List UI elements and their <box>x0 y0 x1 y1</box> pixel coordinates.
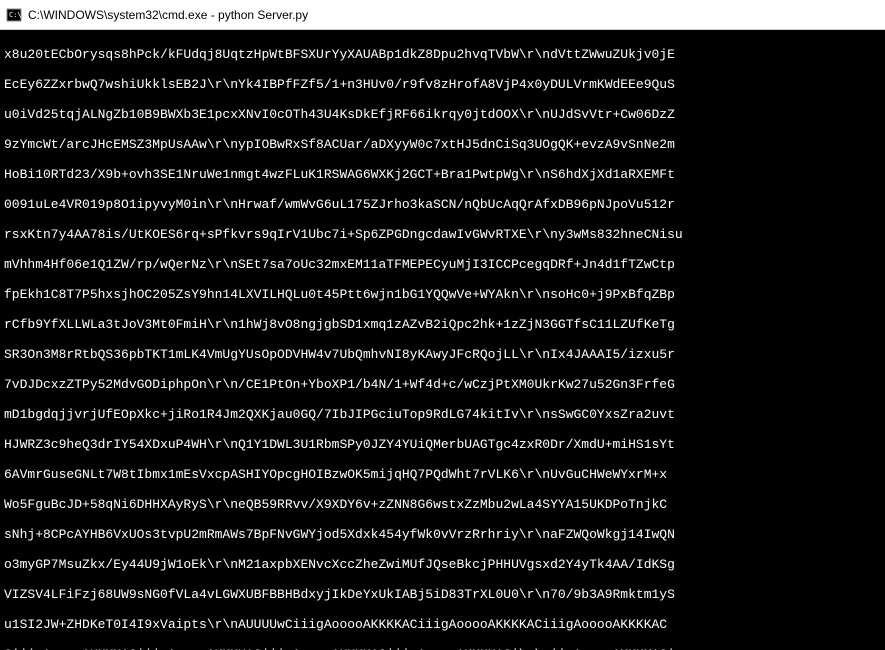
terminal-line: fpEkh1C8T7P5hxsjhOC205ZsY9hn14LXVILHQLu0… <box>4 287 881 302</box>
terminal-line: HJWRZ3c9heQ3drIY54XDxuP4WH\r\nQ1Y1DWL3U1… <box>4 437 881 452</box>
terminal-line: Wo5FguBcJD+58qNi6DHHXAyRyS\r\neQB59RRvv/… <box>4 497 881 512</box>
terminal-line: x8u20tECbOrysqs8hPck/kFUdqj8UqtzHpWtBFSX… <box>4 47 881 62</box>
svg-text:C:\: C:\ <box>9 11 22 19</box>
cmd-icon: C:\ <box>6 7 22 23</box>
terminal-line: mD1bgdqjjvrjUfEOpXkc+jiRo1R4Jm2QXKjau0GQ… <box>4 407 881 422</box>
window-title-bar: C:\ C:\WINDOWS\system32\cmd.exe - python… <box>0 0 885 30</box>
terminal-line: 6AVmrGuseGNLt7W8tIbmx1mEsVxcpASHIYOpcgHO… <box>4 467 881 482</box>
terminal-line: sNhj+8CPcAYHB6VxUOs3tvpU2mRmAWs7BpFNvGWY… <box>4 527 881 542</box>
terminal-line: mVhhm4Hf06e1Q1ZW/rp/wQerNz\r\nSEt7sa7oUc… <box>4 257 881 272</box>
terminal-line: SR3On3M8rRtbQS36pbTKT1mLK4VmUgYUsOpODVHW… <box>4 347 881 362</box>
window-title: C:\WINDOWS\system32\cmd.exe - python Ser… <box>28 8 308 22</box>
terminal-line: EcEy6ZZxrbwQ7wshiUkklsEB2J\r\nYk4IBPfFZf… <box>4 77 881 92</box>
terminal-line: rsxKtn7y4AA78is/UtKOES6rq+sPfkvrs9qIrV1U… <box>4 227 881 242</box>
terminal-output[interactable]: x8u20tECbOrysqs8hPck/kFUdqj8UqtzHpWtBFSX… <box>0 30 885 650</box>
terminal-line: u1SI2JW+ZHDKeT0I4I9xVaipts\r\nAUUUUwCiii… <box>4 617 881 632</box>
terminal-line: VIZSV4LFiFzj68UW9sNG0fVLa4vLGWXUBFBBHBdx… <box>4 587 881 602</box>
terminal-line: 0091uLe4VR019p8O1ipyvyM0in\r\nHrwaf/wmWv… <box>4 197 881 212</box>
terminal-line: o3myGP7MsuZkx/Ey44U9jW1oEk\r\nM21axpbXEN… <box>4 557 881 572</box>
terminal-line: 9zYmcWt/arcJHcEMSZ3MpUsAAw\r\nypIOBwRxSf… <box>4 137 881 152</box>
terminal-line: u0iVd25tqjALNgZb10B9BWXb3E1pcxXNvI0cOTh4… <box>4 107 881 122</box>
terminal-line: 7vDJDcxzZTPy52MdvGODiphpOn\r\n/CE1PtOn+Y… <box>4 377 881 392</box>
terminal-line: HoBi10RTd23/X9b+ovh3SE1NruWe1nmgt4wzFLuK… <box>4 167 881 182</box>
terminal-line: rCfb9YfXLLWLa3tJoV3Mt0FmiH\r\n1hWj8vO8ng… <box>4 317 881 332</box>
